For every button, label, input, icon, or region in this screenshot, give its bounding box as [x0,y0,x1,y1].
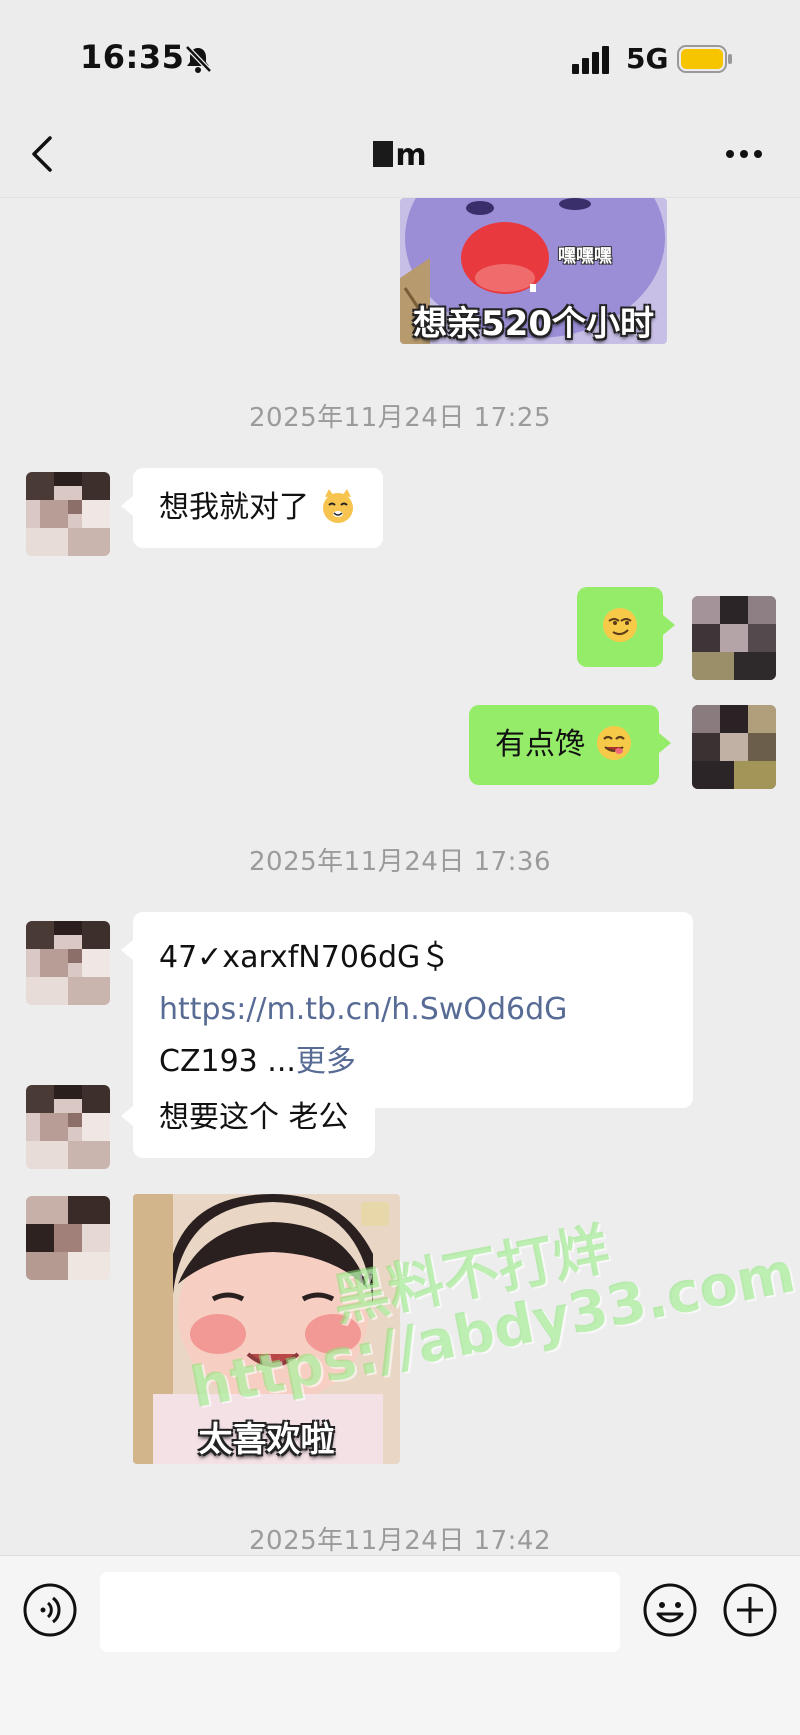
message-link[interactable]: https://m.tb.cn/h.SwOd6dG [159,992,567,1027]
message-bubble-sent[interactable]: 有点馋 [469,705,671,785]
chat-input-bar [0,1555,800,1735]
my-avatar[interactable] [692,705,776,789]
link-suffix-text: CZ193 ... [159,1044,296,1079]
chat-header: m [0,110,800,198]
link-prefix-text: 47✓xarxfN706dG＄ [159,940,451,975]
message-bubble-sent[interactable] [577,587,675,667]
timestamp: 2025年11月24日 17:36 [248,847,552,877]
timestamp: 2025年11月24日 17:42 [248,1526,552,1556]
message-bubble-received[interactable]: 想要这个 老公 [121,1078,375,1158]
cat-emoji-icon [322,489,353,523]
more-icon[interactable] [724,140,764,168]
network-label: 5G [626,42,669,75]
chat-title-text: m [395,138,427,173]
message-input[interactable] [100,1572,620,1652]
smirk-emoji-icon [603,608,637,642]
my-avatar[interactable] [692,596,776,680]
title-redaction [373,141,394,167]
sticker-small-text: 嘿嘿嘿 [558,246,612,267]
signal-icon [572,46,609,74]
sticker-caption: 想亲520个小时 [413,304,654,344]
message-bubble-received[interactable]: 想我就对了 [121,468,383,548]
timestamp: 2025年11月24日 17:25 [248,403,552,433]
avatar[interactable] [26,1085,110,1169]
chat-title: m [0,138,800,173]
expand-more-link[interactable]: 更多 [296,1044,356,1079]
sticker-caption: 太喜欢啦 [198,1420,335,1460]
status-time: 16:35 [80,38,185,76]
sticker-message-purple[interactable]: 嘿嘿嘿 想亲520个小时 [400,198,667,344]
emoji-icon[interactable] [642,1582,698,1638]
message-text: 有点馋 [495,727,585,762]
avatar[interactable] [26,1196,110,1280]
message-text: 想要这个 老公 [159,1100,349,1135]
avatar[interactable] [26,472,110,556]
bell-off-icon [185,45,212,73]
voice-icon[interactable] [22,1582,78,1638]
battery-icon [677,45,732,73]
message-text: 想我就对了 [159,490,309,525]
avatar[interactable] [26,921,110,1005]
plus-icon[interactable] [722,1582,778,1638]
yum-emoji-icon [596,726,631,760]
status-bar: 16:35 5G [0,0,800,110]
